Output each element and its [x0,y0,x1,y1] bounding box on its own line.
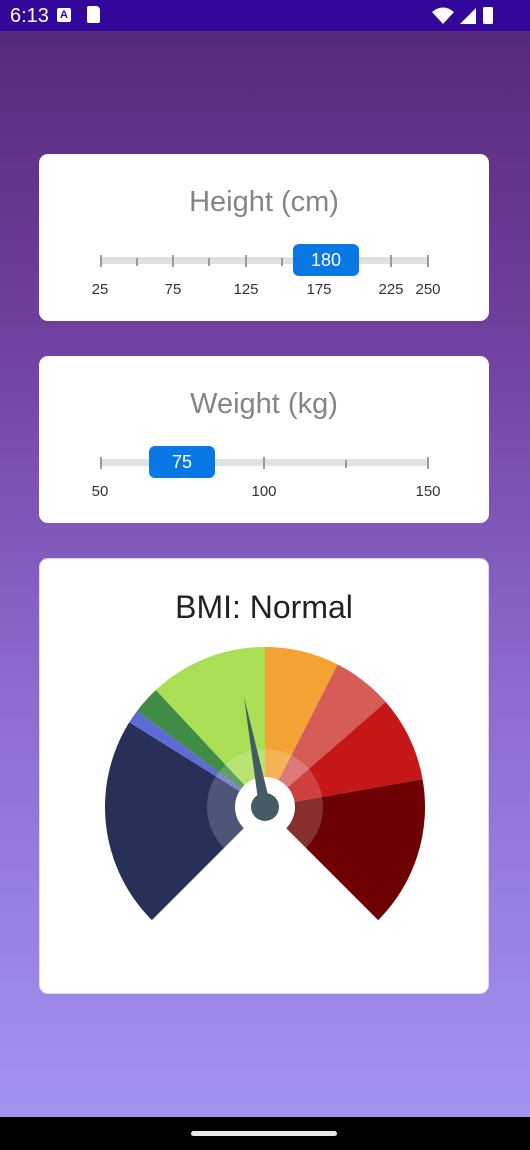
height-title: Height (cm) [189,186,339,218]
sd-card-icon [87,6,100,23]
height-tick [172,255,174,267]
height-tick [100,255,102,267]
height-slider-track[interactable] [100,257,428,264]
navigation-bar [0,1117,530,1150]
weight-tick [345,460,347,468]
height-tick [281,258,283,266]
weight-tick-label: 150 [415,483,441,500]
height-tick-label: 225 [378,281,404,298]
height-tick [390,255,392,267]
app-a-icon: A [57,8,71,22]
height-tick-label: 125 [233,281,259,298]
weight-tick [427,457,429,469]
height-tick [208,258,210,266]
wifi-icon [432,7,454,24]
height-tick [245,255,247,267]
status-time: 6:13 [10,5,49,27]
height-card: Height (cm) 25 75 125 175 225 250 180 [39,154,489,321]
weight-tick [263,457,265,469]
height-tick-label: 25 [91,281,109,298]
bmi-card: BMI: Normal [39,558,489,994]
status-right-icons [432,7,493,24]
signal-icon [460,8,476,24]
weight-tick-label: 100 [251,483,277,500]
height-tick-label: 250 [415,281,441,298]
battery-icon [483,7,493,24]
height-tick-label: 175 [306,281,332,298]
gauge-needle-cap [251,793,279,821]
height-slider-thumb[interactable]: 180 [293,244,359,276]
weight-tick-label: 50 [91,483,109,500]
weight-card: Weight (kg) 50 100 150 75 [39,356,489,523]
weight-slider-thumb[interactable]: 75 [149,446,215,478]
height-tick [136,258,138,266]
status-bar: 6:13 A [0,0,530,31]
bmi-gauge [105,647,426,921]
height-tick-label: 75 [164,281,182,298]
weight-tick [100,457,102,469]
home-gesture-handle[interactable] [191,1131,337,1136]
weight-title: Weight (kg) [190,388,338,420]
height-tick [427,255,429,267]
